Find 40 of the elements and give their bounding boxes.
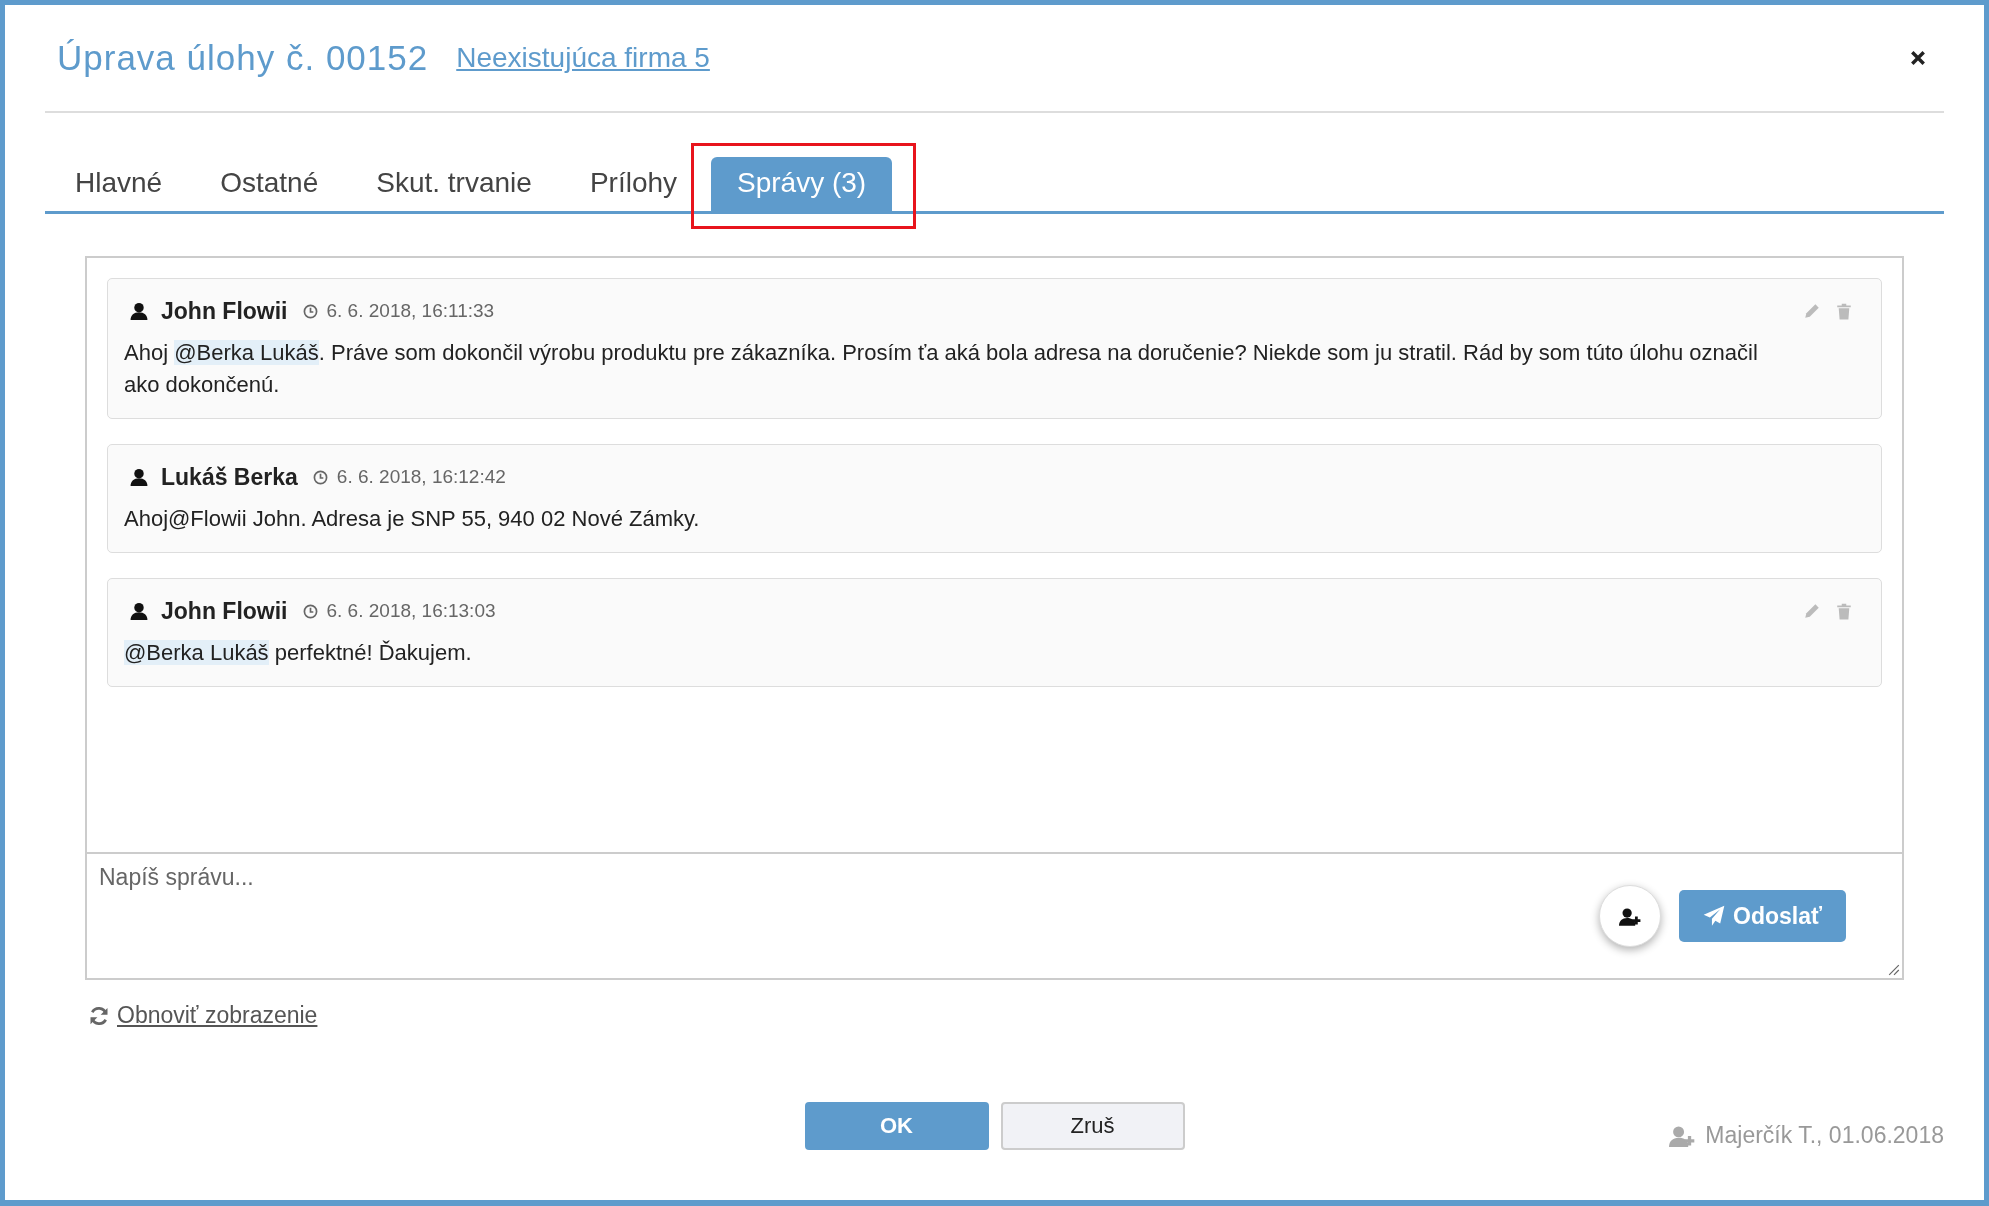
edit-button[interactable] [1803,302,1821,320]
user-plus-icon [1669,1124,1696,1147]
pencil-icon [1803,602,1821,620]
clock-icon [312,469,328,485]
cancel-button[interactable]: Zruš [1000,1102,1185,1150]
timestamp: 6. 6. 2018, 16:13:03 [326,600,496,622]
message-text: Ahoj @Berka Lukáš. Práve som dokončil výrobu produktu pre zákazníka. Prosím ťa aká bola adresa na doručenie? Niekde som ju stratil. Rád by som túto úlohu označil ako dokončenú. [124,339,1759,399]
edit-button[interactable] [1803,602,1821,620]
refresh-icon [89,1005,109,1026]
dialog-title: Úprava úlohy č. 00152 [57,38,429,78]
refresh-link[interactable]: Obnoviť zobrazenie [117,1002,318,1029]
pencil-icon [1803,302,1821,320]
close-icon [1910,50,1926,66]
delete-button[interactable] [1835,602,1853,620]
tab[interactable]: Hlavné [51,157,187,211]
resize-handle-icon [1888,964,1900,976]
paper-plane-icon [1703,905,1725,927]
message-text: @Berka Lukáš perfektné! Ďakujem. [124,639,473,667]
timestamp: 6. 6. 2018, 16:12:42 [336,466,506,488]
clock-icon [302,603,318,619]
tab[interactable]: Ostatné [196,157,343,211]
message-text: Ahoj@Flowii John. Adresa je SNP 55, 940 02 Nové Zámky. [124,505,701,533]
mention-tag[interactable]: @Berka Lukáš [124,640,269,665]
mention-tag[interactable]: @Berka Lukáš [174,340,319,365]
user-icon [130,602,148,620]
user-icon [130,468,148,486]
user-plus-icon [1619,906,1641,926]
timestamp: 6. 6. 2018, 16:11:33 [326,300,495,322]
author-name: John Flowii [161,297,288,325]
user-icon [130,302,148,320]
clock-icon [302,303,318,319]
created-by-info: Majerčík T., 01.06.2018 [1705,1122,1944,1149]
add-mention-button[interactable] [1599,885,1661,947]
tab[interactable]: Skut. trvanie [352,157,556,211]
author-name: Lukáš Berka [161,463,298,491]
author-name: John Flowii [161,597,288,625]
trash-icon [1835,302,1853,320]
trash-icon [1835,602,1853,620]
delete-button[interactable] [1835,302,1853,320]
tab[interactable]: Prílohy [565,157,702,211]
